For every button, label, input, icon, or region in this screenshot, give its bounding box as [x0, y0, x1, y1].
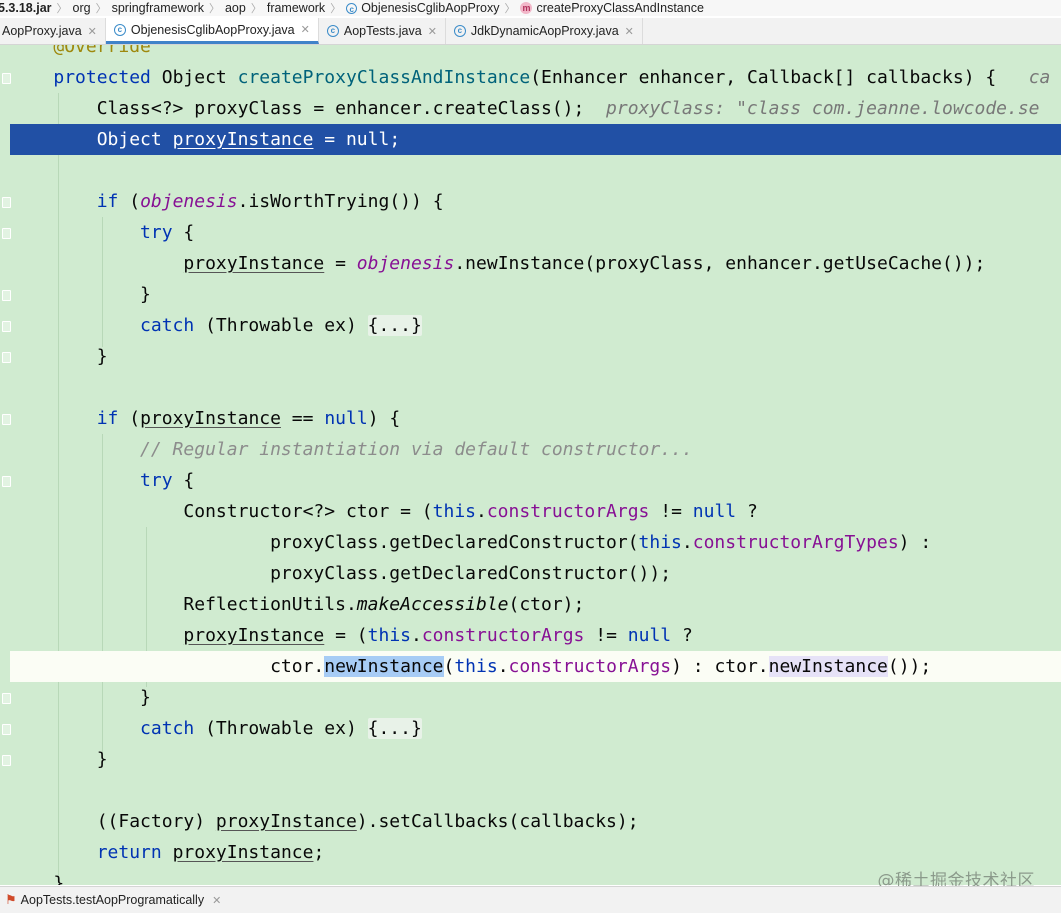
editor-gutter — [0, 45, 11, 885]
breadcrumb: 5.3.18.jar 〉 org 〉 springframework 〉 aop… — [0, 0, 1061, 16]
tab-label: ObjenesisCglibAopProxy.java — [130, 22, 295, 37]
code-editor[interactable]: @Override protected Object createProxyCl… — [0, 45, 1061, 885]
tab-label: AopTests.java — [343, 24, 422, 38]
java-class-icon: c — [453, 25, 466, 37]
method-icon: m — [520, 2, 533, 14]
folded-code-block[interactable]: {...} — [367, 315, 422, 336]
code-line: catch (Throwable ex) {...} — [140, 315, 422, 336]
close-icon[interactable]: ✕ — [88, 25, 97, 38]
code-line: @Override — [10, 45, 1061, 62]
code-line: proxyInstance = objenesis.newInstance(pr… — [183, 253, 986, 274]
code-line: } — [10, 749, 108, 770]
java-class-icon: c — [113, 23, 126, 36]
code-line: proxyClass.getDeclaredConstructor()); — [10, 563, 672, 584]
tab-label: AopProxy.java — [2, 24, 82, 38]
breadcrumb-item-springframework[interactable]: springframework — [112, 1, 204, 15]
close-icon[interactable]: ✕ — [212, 894, 221, 907]
run-config-label[interactable]: AopTests.testAopProgramatically — [21, 893, 204, 907]
java-class-icon: c — [326, 25, 339, 37]
code-line: ReflectionUtils.makeAccessible(ctor); — [10, 594, 585, 615]
code-line: if (objenesis.isWorthTrying()) { — [96, 191, 444, 212]
code-line: return proxyInstance; — [96, 842, 325, 863]
close-icon[interactable]: ✕ — [428, 25, 437, 38]
breadcrumb-item-framework[interactable]: framework — [267, 1, 325, 15]
code-line-caret: ctor.newInstance(this.constructorArgs) :… — [10, 651, 1061, 682]
chevron-right-icon: 〉 — [504, 3, 516, 15]
code-line: protected Object createProxyClassAndInst… — [53, 67, 1051, 88]
class-icon: c — [346, 2, 358, 14]
code-line: } — [10, 346, 108, 367]
tab-aopproxy[interactable]: AopProxy.java ✕ — [0, 18, 106, 44]
code-line: if (proxyInstance == null) { — [96, 408, 401, 429]
code-line: proxyClass.getDeclaredConstructor(this.c… — [10, 532, 932, 553]
breadcrumb-method-label: createProxyClassAndInstance — [536, 1, 704, 15]
breadcrumb-class[interactable]: c ObjenesisCglibAopProxy — [346, 1, 499, 15]
editor-tab-bar: AopProxy.java ✕ c ObjenesisCglibAopProxy… — [0, 18, 1061, 45]
tab-label: JdkDynamicAopProxy.java — [470, 24, 619, 38]
tab-aoptests[interactable]: c AopTests.java ✕ — [319, 18, 446, 44]
inline-hint: ca — [1028, 67, 1051, 88]
folded-code-block[interactable]: {...} — [367, 718, 422, 739]
code-line: // Regular instantiation via default con… — [10, 434, 1061, 465]
chevron-right-icon: 〉 — [330, 3, 342, 15]
close-icon[interactable]: ✕ — [625, 25, 634, 38]
code-line: try { — [140, 470, 195, 491]
code-line-current-execution: Object proxyInstance = null; — [10, 124, 1061, 155]
code-line: proxyInstance = (this.constructorArgs !=… — [183, 625, 693, 646]
breadcrumb-item-org[interactable]: org — [73, 1, 91, 15]
tab-jdkdynamicaopproxy[interactable]: c JdkDynamicAopProxy.java ✕ — [446, 18, 643, 44]
breadcrumb-jar[interactable]: 5.3.18.jar — [0, 1, 52, 15]
code-line: catch (Throwable ex) {...} — [140, 718, 422, 739]
run-tool-tab-bar: ⚑ AopTests.testAopProgramatically ✕ — [0, 886, 1061, 913]
breadcrumb-class-label: ObjenesisCglibAopProxy — [361, 1, 500, 15]
breadcrumb-item-aop[interactable]: aop — [225, 1, 246, 15]
code-line: } — [10, 687, 151, 708]
code-line: } — [10, 284, 151, 305]
chevron-right-icon: 〉 — [56, 3, 68, 15]
code-comment: // Regular instantiation via default con… — [140, 439, 693, 460]
code-line: ((Factory) proxyInstance).setCallbacks(c… — [10, 811, 639, 832]
annotation-override: @Override — [53, 45, 151, 57]
test-run-icon: ⚑ — [5, 892, 17, 907]
code-line: try { — [140, 222, 195, 243]
code-line: Class<?> proxyClass = enhancer.createCla… — [10, 98, 1040, 119]
close-icon[interactable]: ✕ — [301, 23, 310, 36]
chevron-right-icon: 〉 — [250, 3, 262, 15]
chevron-right-icon: 〉 — [95, 3, 107, 15]
chevron-right-icon: 〉 — [208, 3, 220, 15]
tab-objenesiscglibaopproxy[interactable]: c ObjenesisCglibAopProxy.java ✕ — [105, 18, 319, 44]
code-line: Constructor<?> ctor = (this.constructorA… — [10, 501, 758, 522]
inline-debug-hint: proxyClass: "class com.jeanne.lowcode.se — [606, 98, 1040, 119]
breadcrumb-method[interactable]: m createProxyClassAndInstance — [520, 1, 704, 15]
